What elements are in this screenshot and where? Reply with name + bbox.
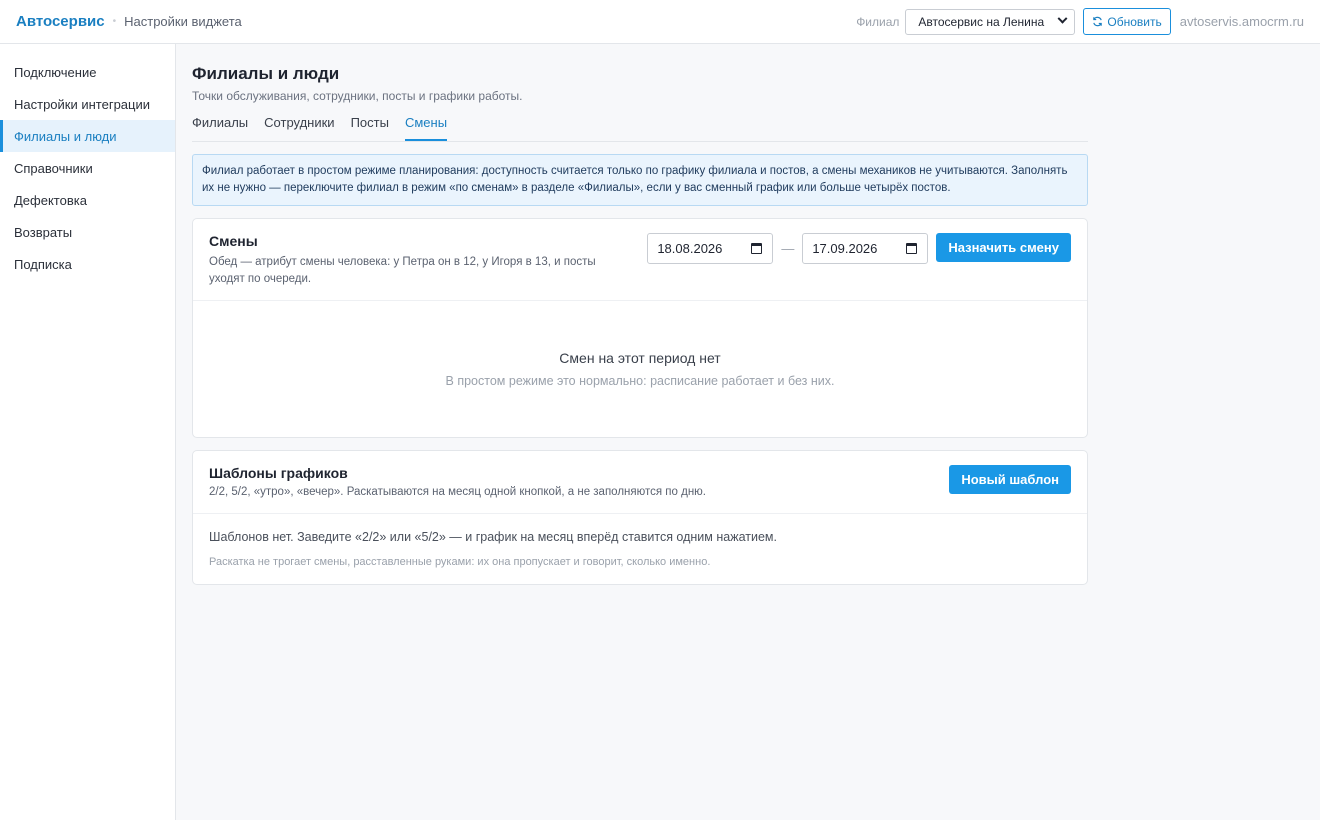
tab-shifts[interactable]: Смены: [404, 115, 448, 141]
date-to-input[interactable]: 17.09.2026: [802, 233, 929, 264]
date-from-input[interactable]: 18.08.2026: [647, 233, 774, 264]
date-separator: —: [781, 241, 795, 256]
sidebar-item-label: Подключение: [14, 64, 97, 80]
top-bar: Автосервис • Настройки виджета Филиал Ав…: [0, 0, 1320, 44]
tab-posts[interactable]: Посты: [351, 115, 389, 141]
sidebar-item-label: Возвраты: [14, 224, 73, 240]
date-from-value: 18.08.2026: [657, 241, 723, 256]
shifts-card-header: Смены Обед — атрибут смены человека: у П…: [193, 219, 1087, 301]
refresh-label: Обновить: [1107, 14, 1162, 29]
calendar-icon[interactable]: [751, 243, 763, 254]
sidebar-item-label: Подписка: [14, 256, 72, 272]
templates-controls: Новый шаблон: [949, 465, 1071, 501]
shifts-controls: 18.08.2026 — 17.09.2026 Назначить смену: [647, 233, 1071, 288]
sidebar-item-returns[interactable]: Возвраты: [0, 216, 175, 248]
account-domain: avtoservis.amocrm.ru: [1179, 14, 1304, 29]
filial-select[interactable]: Автосервис на Ленина: [905, 8, 1076, 35]
brand-title[interactable]: Автосервис: [16, 13, 105, 30]
sidebar: Подключение Настройки интеграции Филиалы…: [0, 44, 176, 820]
sidebar-item-label: Филиалы и люди: [14, 128, 117, 144]
shifts-empty-state: Смен на этот период нет В простом режиме…: [193, 301, 1087, 437]
page-title: Филиалы и люди: [192, 64, 340, 83]
sidebar-item-label: Настройки интеграции: [14, 96, 151, 112]
templates-heading: Шаблоны графиков 2/2, 5/2, «утро», «вече…: [209, 465, 949, 501]
empty-title: Смен на этот период нет: [559, 350, 721, 366]
sidebar-item-defects[interactable]: Дефектовка: [0, 184, 175, 216]
info-banner: Филиал работает в простом режиме планиро…: [192, 154, 1088, 206]
refresh-icon: [1093, 16, 1103, 27]
page-description: Точки обслуживания, сотрудники, посты и …: [192, 89, 523, 103]
templates-title: Шаблоны графиков: [209, 465, 348, 481]
filial-select-value: Автосервис на Ленина: [918, 14, 1045, 29]
shifts-heading: Смены Обед — атрибут смены человека: у П…: [209, 233, 647, 288]
shifts-card: Смены Обед — атрибут смены человека: у П…: [192, 218, 1088, 438]
chevron-down-icon: [1057, 13, 1068, 24]
shifts-title: Смены: [209, 233, 258, 249]
sidebar-item-subscription[interactable]: Подписка: [0, 248, 175, 280]
tab-employees[interactable]: Сотрудники: [264, 115, 334, 141]
templates-body: Шаблонов нет. Заведите «2/2» или «5/2» —…: [193, 514, 1087, 584]
main-content: Филиалы и люди Точки обслуживания, сотру…: [192, 44, 1088, 585]
sidebar-item-branches-people[interactable]: Филиалы и люди: [0, 120, 175, 152]
tab-bar: Филиалы Сотрудники Посты Смены: [192, 115, 1088, 142]
shifts-subtitle: Обед — атрибут смены человека: у Петра о…: [209, 256, 596, 285]
calendar-icon[interactable]: [906, 243, 918, 254]
separator-dot: •: [112, 16, 117, 27]
date-to-value: 17.09.2026: [812, 241, 878, 256]
empty-subtitle: В простом режиме это нормально: расписан…: [445, 374, 835, 388]
page-subtitle: Настройки виджета: [124, 14, 242, 29]
top-controls: Филиал Автосервис на Ленина Обновить avt…: [856, 8, 1304, 35]
sidebar-item-label: Дефектовка: [14, 192, 87, 208]
sidebar-item-connection[interactable]: Подключение: [0, 56, 175, 88]
tab-branches[interactable]: Филиалы: [192, 115, 248, 141]
sidebar-item-label: Справочники: [14, 160, 93, 176]
filial-label: Филиал: [856, 14, 900, 29]
templates-card: Шаблоны графиков 2/2, 5/2, «утро», «вече…: [192, 450, 1088, 585]
refresh-button[interactable]: Обновить: [1083, 8, 1171, 35]
templates-subtitle: 2/2, 5/2, «утро», «вечер». Раскатываются…: [209, 486, 706, 498]
templates-hint: Раскатка не трогает смены, расставленные…: [209, 556, 711, 568]
sidebar-item-directories[interactable]: Справочники: [0, 152, 175, 184]
new-template-button[interactable]: Новый шаблон: [949, 465, 1071, 494]
sidebar-item-integration-settings[interactable]: Настройки интеграции: [0, 88, 175, 120]
assign-shift-button[interactable]: Назначить смену: [936, 233, 1071, 262]
templates-card-header: Шаблоны графиков 2/2, 5/2, «утро», «вече…: [193, 451, 1087, 514]
templates-empty-text: Шаблонов нет. Заведите «2/2» или «5/2» —…: [209, 530, 777, 544]
